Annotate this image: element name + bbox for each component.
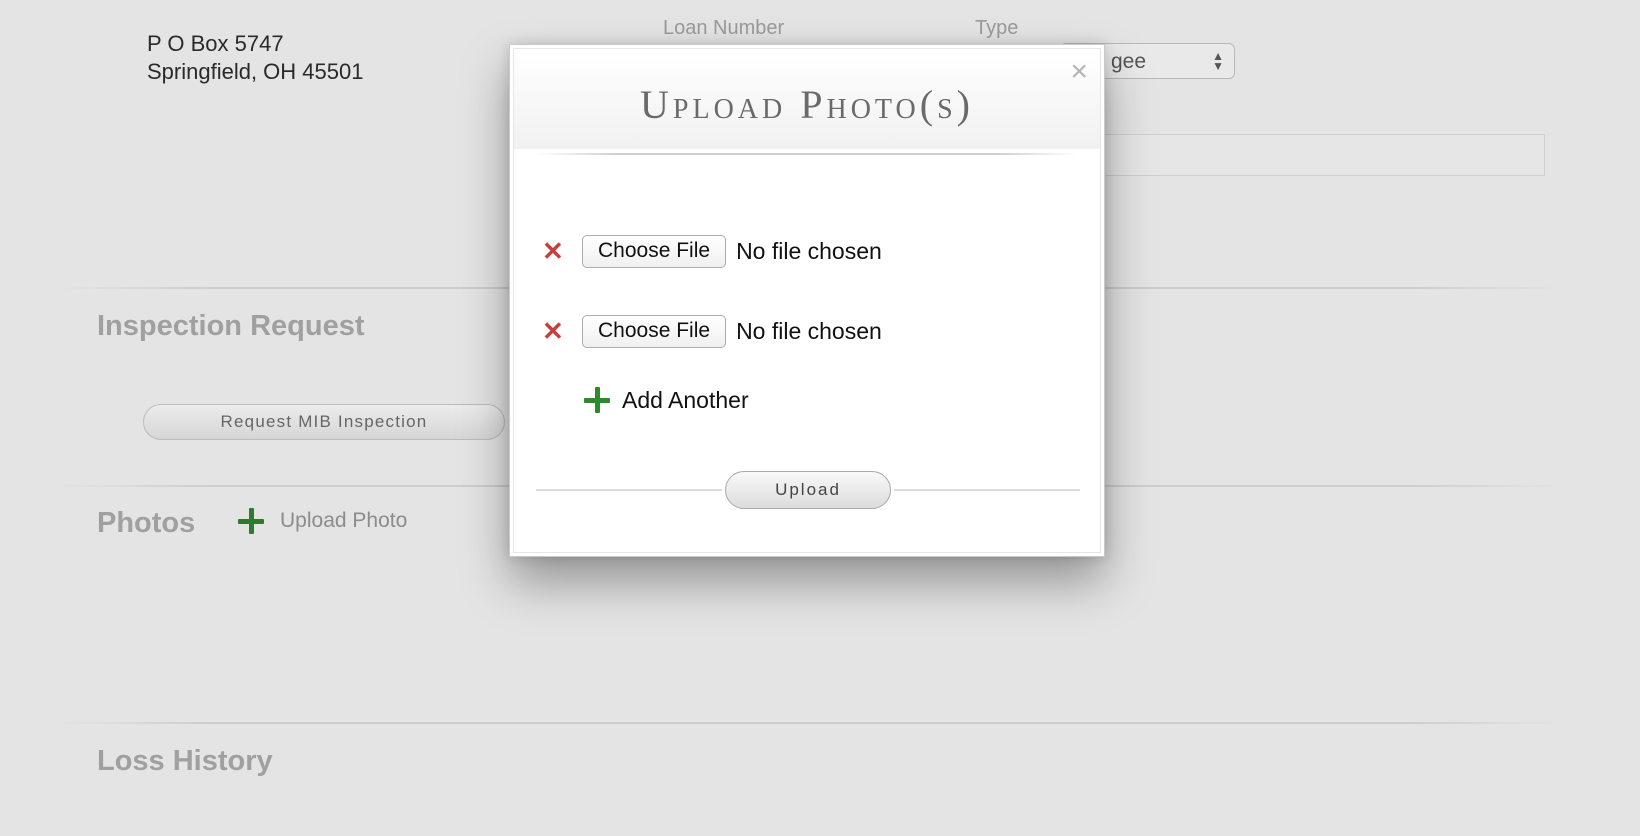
footer-divider-right — [894, 489, 1080, 491]
file-row: ✕ Choose File No file chosen — [542, 233, 882, 269]
upload-button[interactable]: Upload — [725, 471, 891, 509]
modal-title: Upload Photo(s) — [640, 82, 974, 127]
plus-icon — [582, 385, 612, 415]
choose-file-button[interactable]: Choose File — [582, 314, 727, 348]
header-divider — [536, 153, 1078, 155]
upload-photos-modal: Upload Photo(s) × ✕ Choose File No file … — [509, 44, 1105, 557]
file-row: ✕ Choose File No file chosen — [542, 313, 882, 349]
add-another-link[interactable]: Add Another — [582, 385, 749, 415]
file-status: No file chosen — [736, 317, 882, 344]
footer-divider-left — [536, 489, 722, 491]
file-status: No file chosen — [736, 237, 882, 264]
remove-file-icon[interactable]: ✕ — [542, 318, 570, 344]
add-another-label: Add Another — [622, 386, 749, 413]
remove-file-icon[interactable]: ✕ — [542, 238, 570, 264]
close-icon[interactable]: × — [1070, 57, 1088, 87]
modal-header: Upload Photo(s) × — [514, 49, 1100, 149]
choose-file-button[interactable]: Choose File — [582, 234, 727, 268]
